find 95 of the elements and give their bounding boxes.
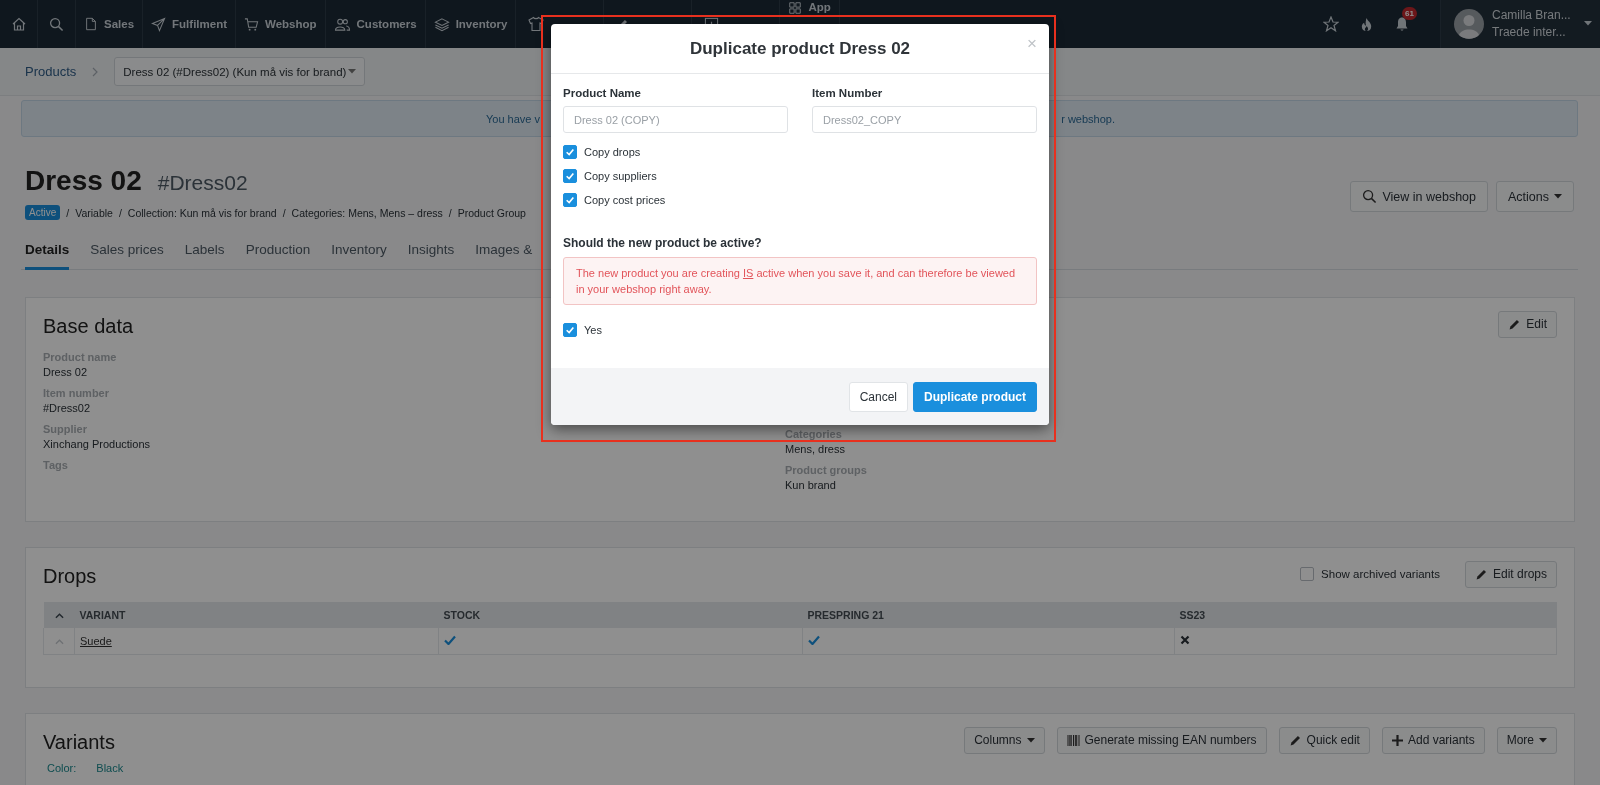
chevron-icon — [92, 66, 99, 77]
product-select[interactable]: Dress 02 (#Dress02) (Kun må vis for brand) — [114, 57, 366, 86]
layers-icon — [433, 16, 450, 32]
toolbar-button[interactable]: Add variants — [1381, 726, 1485, 754]
filter-label: Color: — [47, 762, 77, 774]
product-title: Dress 02 — [25, 165, 142, 197]
field-value: Dress 02 — [43, 366, 89, 378]
toolbar-button[interactable]: Generate missing EAN numbers — [1056, 726, 1267, 754]
flame-icon[interactable] — [1359, 15, 1374, 33]
checkbox[interactable] — [563, 145, 577, 159]
avatar-icon — [1454, 9, 1484, 39]
check-icon — [565, 325, 575, 335]
tab[interactable]: Insights — [407, 242, 455, 270]
banner-text: You have v — [486, 112, 541, 125]
tab[interactable]: Details — [25, 242, 70, 270]
column-header[interactable]: SS23 — [1174, 602, 1557, 628]
checkbox[interactable] — [563, 323, 577, 337]
notification-badge: 61 — [1402, 7, 1417, 20]
breadcrumb-separator: / — [282, 206, 286, 219]
action-button[interactable]: View in webshop — [1350, 181, 1488, 212]
document-icon — [84, 16, 98, 32]
column-header[interactable]: VARIANT — [74, 602, 439, 628]
check-icon — [565, 195, 575, 205]
cart-icon — [244, 16, 259, 32]
tab[interactable]: Sales prices — [90, 242, 164, 270]
toolbar-button[interactable]: Columns — [964, 726, 1045, 754]
paper-plane-icon — [151, 16, 167, 32]
product-meta: Categories: Mens, Mens – dress — [291, 206, 443, 219]
plus-icon — [1391, 734, 1403, 746]
user-menu[interactable]: Camilla Bran... Traede inter... — [1440, 0, 1600, 48]
tab[interactable]: Inventory — [331, 242, 387, 270]
toolbar-button[interactable]: More — [1496, 726, 1557, 754]
tab[interactable]: Images & — [475, 242, 533, 270]
cancel-button[interactable]: Cancel — [848, 381, 908, 412]
variant-link[interactable]: Suede — [80, 635, 112, 647]
people-icon — [333, 16, 351, 32]
user-name: Camilla Bran... — [1492, 7, 1572, 24]
checkbox-label: Yes — [584, 324, 602, 336]
caret-icon — [1554, 194, 1562, 199]
warning-alert: The new product you are creating IS active when you save it, and can therefore be viewed in your webshop right away. — [563, 257, 1037, 305]
product-meta: Variable — [75, 206, 113, 219]
search-icon — [1362, 189, 1378, 204]
checkbox[interactable] — [1300, 567, 1315, 581]
search-icon — [49, 16, 64, 32]
star-icon[interactable] — [1323, 16, 1339, 32]
breadcrumb-separator: / — [118, 206, 122, 219]
field-value: #Dress02 — [43, 402, 92, 414]
product-meta: Collection: Kun må vis for brand — [127, 206, 277, 219]
grid-icon — [788, 1, 803, 15]
section-title: Variants — [43, 729, 115, 754]
home-icon — [10, 16, 27, 32]
checkbox[interactable] — [563, 193, 577, 207]
check-icon — [565, 171, 575, 181]
input-field[interactable]: Dress02_COPY — [812, 106, 1037, 133]
field-value: Xinchang Productions — [43, 438, 151, 450]
field-value: Kun brand — [785, 479, 837, 491]
caret-icon — [1026, 737, 1035, 743]
section-title: Drops — [43, 563, 97, 588]
section-title: Base data — [43, 313, 134, 338]
user-company: Traede inter... — [1492, 24, 1567, 41]
input-field[interactable]: Dress 02 (COPY) — [563, 106, 788, 133]
caret-icon — [1584, 21, 1592, 26]
chevron-up-icon[interactable] — [54, 613, 64, 619]
barcode-icon — [1066, 734, 1080, 746]
product-number: #Dress02 — [157, 171, 248, 195]
tab[interactable]: Labels — [184, 242, 225, 270]
breadcrumb-separator: / — [66, 206, 70, 219]
product-meta: Product Group — [457, 206, 526, 219]
checkbox-label: Copy drops — [584, 146, 641, 158]
checkbox-label: Show archived variants — [1321, 568, 1440, 580]
check-icon — [565, 147, 575, 157]
checkbox-label: Copy cost prices — [584, 194, 666, 206]
question-text: Should the new product be active? — [563, 236, 763, 250]
caret-icon — [1539, 737, 1547, 743]
status-badge: Active — [25, 205, 61, 220]
edit-drops-button[interactable]: Edit drops — [1464, 560, 1557, 588]
bell-icon[interactable] — [1394, 16, 1410, 32]
breadcrumb-separator: / — [448, 206, 452, 219]
filter-value[interactable]: Black — [96, 762, 124, 774]
checkbox-label: Copy suppliers — [584, 170, 657, 182]
field-value: Mens, dress — [785, 443, 846, 455]
checkbox[interactable] — [563, 169, 577, 183]
tab[interactable]: Production — [245, 242, 311, 270]
breadcrumb-link[interactable]: Products — [25, 64, 77, 79]
field-label: Product Name — [563, 87, 642, 99]
action-button[interactable]: Actions — [1496, 181, 1574, 212]
caret-icon — [348, 69, 357, 74]
duplicate-button[interactable]: Duplicate product — [913, 381, 1037, 412]
edit-button[interactable]: Edit — [1498, 310, 1557, 338]
dialog-title: Duplicate product Dress 02 — [689, 38, 911, 59]
field-label: Item Number — [812, 87, 884, 99]
column-header[interactable]: PRESPRING 21 — [802, 602, 1175, 628]
banner-text: r webshop. — [1061, 112, 1115, 125]
column-header[interactable]: STOCK — [438, 602, 803, 628]
toolbar-button[interactable]: Quick edit — [1278, 726, 1370, 754]
